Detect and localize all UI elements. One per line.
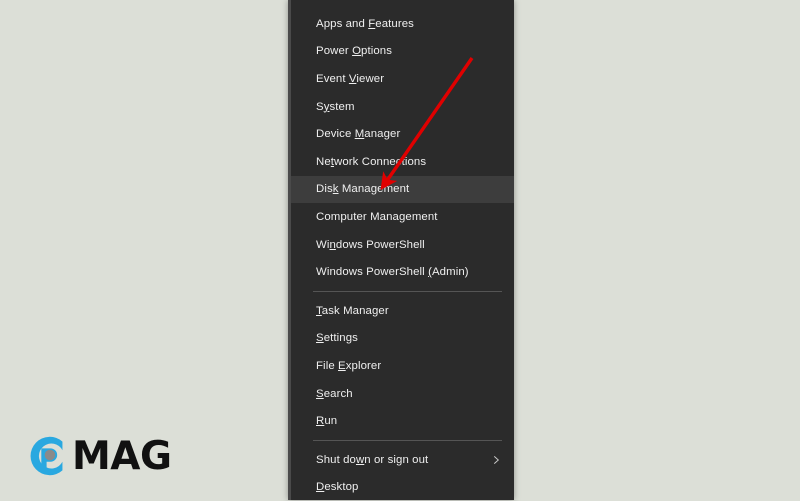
- menu-item-label: File Explorer: [316, 360, 381, 372]
- menu-item-task-manager[interactable]: Task Manager: [291, 297, 514, 325]
- menu-item-system[interactable]: System: [291, 93, 514, 121]
- menu-item-label: Disk Management: [316, 183, 409, 195]
- chevron-right-icon: [492, 455, 501, 464]
- menu-item-label: System: [316, 101, 355, 113]
- menu-item-label: Task Manager: [316, 305, 389, 317]
- pcmag-c-mark-icon: [25, 432, 73, 480]
- menu-item-windows-powershell[interactable]: Windows PowerShell: [291, 231, 514, 259]
- windows-power-user-menu[interactable]: Apps and Features Power Options Event View…: [288, 0, 514, 500]
- menu-item-label: Windows PowerShell: [316, 239, 425, 251]
- menu-item-list: Apps and Features Power Options Event View…: [291, 10, 514, 501]
- menu-item-desktop[interactable]: Desktop: [291, 474, 514, 501]
- menu-item-network-connections[interactable]: Network Connections: [291, 148, 514, 176]
- menu-item-apps-and-features[interactable]: Apps and Features: [291, 10, 514, 38]
- menu-item-label: Windows PowerShell (Admin): [316, 266, 469, 278]
- menu-item-label: Power Options: [316, 45, 392, 57]
- menu-item-windows-powershell-admin[interactable]: Windows PowerShell (Admin): [291, 258, 514, 286]
- menu-item-label: Settings: [316, 332, 358, 344]
- menu-item-disk-management[interactable]: Disk Management: [291, 176, 514, 204]
- menu-item-label: Device Manager: [316, 128, 400, 140]
- menu-item-run[interactable]: Run: [291, 407, 514, 435]
- menu-separator-line: [313, 440, 502, 441]
- menu-item-search[interactable]: Search: [291, 380, 514, 408]
- menu-item-label: Apps and Features: [316, 18, 414, 30]
- menu-item-settings[interactable]: Settings: [291, 325, 514, 353]
- menu-separator: [291, 291, 514, 292]
- menu-item-label: Event Viewer: [316, 73, 384, 85]
- pcmag-wordmark: MAG: [72, 437, 172, 476]
- menu-item-event-viewer[interactable]: Event Viewer: [291, 65, 514, 93]
- menu-item-label: Network Connections: [316, 156, 426, 168]
- menu-item-label: Search: [316, 388, 353, 400]
- menu-item-device-manager[interactable]: Device Manager: [291, 120, 514, 148]
- menu-item-label: Computer Management: [316, 211, 438, 223]
- menu-item-label: Desktop: [316, 481, 359, 493]
- menu-separator-line: [313, 291, 502, 292]
- menu-item-computer-management[interactable]: Computer Management: [291, 203, 514, 231]
- pcmag-logo: MAG: [25, 432, 172, 480]
- screenshot-canvas: Apps and Features Power Options Event View…: [0, 0, 800, 500]
- menu-item-label: Shut down or sign out: [316, 454, 428, 466]
- menu-item-file-explorer[interactable]: File Explorer: [291, 352, 514, 380]
- menu-top-padding: [291, 0, 514, 10]
- menu-separator: [291, 440, 514, 441]
- menu-item-shut-down-or-sign-out[interactable]: Shut down or sign out: [291, 446, 514, 474]
- menu-item-power-options[interactable]: Power Options: [291, 38, 514, 66]
- menu-item-label: Run: [316, 415, 337, 427]
